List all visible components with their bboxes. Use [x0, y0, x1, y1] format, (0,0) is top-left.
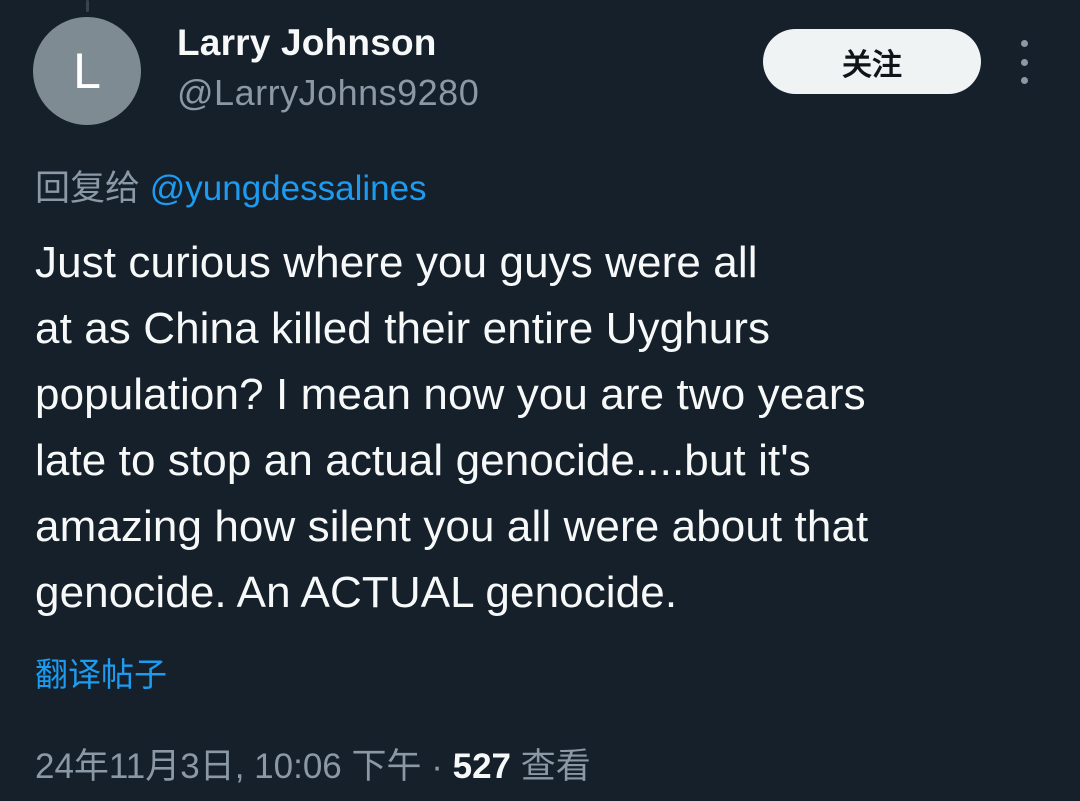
- more-vertical-icon[interactable]: [1010, 40, 1038, 84]
- tweet-metadata: 24年11月3日, 10:06 下午 · 527 查看: [35, 738, 591, 789]
- follow-button[interactable]: 关注: [763, 29, 981, 94]
- views-count: 527: [452, 747, 512, 786]
- replying-to-mention-link[interactable]: @yungdessalines: [150, 169, 427, 208]
- more-dot: [1020, 77, 1028, 84]
- follow-button-label: 关注: [842, 48, 902, 82]
- translate-post-link[interactable]: 翻译帖子: [35, 648, 167, 696]
- author-handle[interactable]: @LarryJohns9280: [177, 72, 479, 114]
- tweet-text: Just curious where you guys were all at …: [35, 238, 869, 617]
- avatar[interactable]: L: [33, 17, 141, 125]
- replying-to: 回复给 @yungdessalines: [35, 160, 427, 211]
- views-label: 查看: [520, 747, 591, 786]
- avatar-letter: L: [73, 43, 101, 99]
- more-dot: [1020, 40, 1028, 47]
- tweet-detail: L Larry Johnson @LarryJohns9280 关注 回复给 @…: [0, 0, 1080, 801]
- replying-to-prefix: 回复给: [35, 169, 141, 208]
- thread-connector-line: [86, 0, 89, 12]
- more-dot: [1020, 58, 1028, 66]
- meta-separator: ·: [431, 747, 443, 786]
- tweet-timestamp[interactable]: 24年11月3日, 10:06 下午: [35, 747, 422, 786]
- author-display-name[interactable]: Larry Johnson: [177, 22, 437, 64]
